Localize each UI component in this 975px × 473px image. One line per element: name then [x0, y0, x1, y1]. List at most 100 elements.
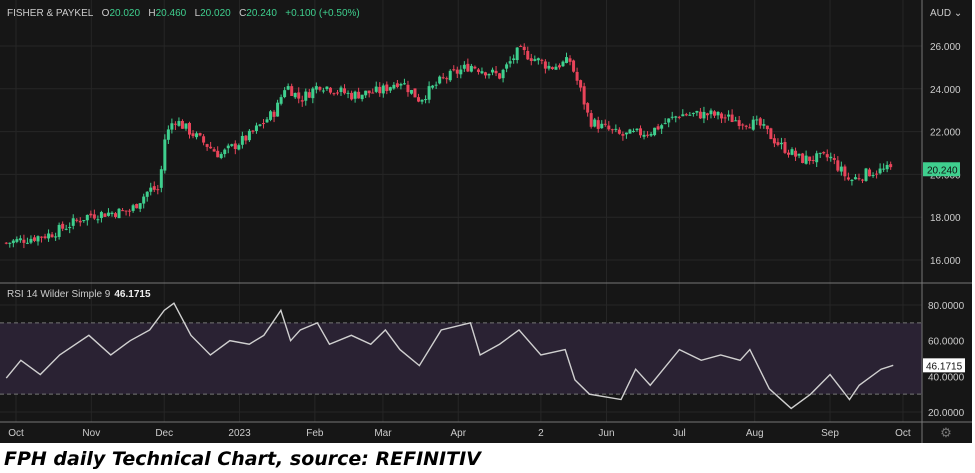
candle-body [656, 126, 660, 130]
candle-body [860, 179, 864, 181]
chart-window: AUD ⌄16.00018.00020.00022.00024.00026.00… [0, 0, 972, 443]
candle-body [75, 219, 79, 221]
candle-body [653, 127, 657, 136]
candle-body [596, 120, 600, 129]
candle-body [15, 239, 19, 242]
candle-body [357, 91, 361, 99]
candle-body [96, 219, 100, 221]
rsi-value: 46.1715 [114, 289, 151, 300]
candle-body [639, 128, 643, 136]
candle-body [512, 58, 516, 60]
time-tick-label: Jul [673, 428, 686, 439]
rsi-title: RSI 14 Wilder Simple 9 [7, 289, 111, 300]
candle-body [258, 124, 262, 126]
candle-body [103, 213, 107, 217]
candle-body [864, 168, 868, 181]
candle-body [145, 191, 149, 197]
candle-body [825, 154, 829, 158]
candle-body [529, 58, 533, 62]
price-tick-label: 22.000 [930, 128, 961, 139]
candle-body [579, 80, 583, 88]
candle-body [57, 224, 61, 237]
candle-body [163, 139, 167, 171]
candle-body [378, 86, 382, 94]
settings-gear-icon[interactable]: ⚙ [940, 425, 952, 440]
ohlc-header: FISHER & PAYKEL O20.020 H20.460 L20.020 … [7, 8, 360, 19]
candle-body [730, 114, 734, 123]
candle-body [68, 227, 72, 229]
candle-body [54, 236, 58, 238]
candle-body [660, 125, 664, 129]
candle-body [829, 156, 833, 159]
candle-body [431, 85, 435, 88]
candle-body [748, 127, 752, 129]
candle-body [297, 92, 301, 99]
candle-body [399, 83, 403, 86]
last-rsi-label: 46.1715 [926, 361, 963, 372]
candle-body [868, 169, 872, 177]
rsi-header: RSI 14 Wilder Simple 9 46.1715 [7, 289, 151, 300]
candle-body [642, 134, 646, 137]
candle-body [272, 111, 276, 117]
candle-body [388, 87, 392, 91]
candle-body [448, 70, 452, 81]
candle-body [392, 84, 396, 89]
candle-body [244, 135, 248, 141]
candle-body [240, 135, 244, 145]
candle-body [727, 114, 731, 117]
candle-body [230, 144, 234, 146]
candle-body [188, 122, 192, 135]
change-value: +0.100 (+0.50%) [285, 8, 360, 19]
candle-body [269, 111, 273, 120]
candle-body [142, 196, 146, 204]
chart-canvas[interactable]: AUD ⌄16.00018.00020.00022.00024.00026.00… [0, 0, 972, 443]
candle-body [99, 212, 103, 219]
candle-body [709, 110, 713, 115]
candle-body [462, 64, 466, 69]
candle-body [293, 92, 297, 98]
candle-body [779, 142, 783, 145]
candle-body [716, 111, 720, 116]
candle-body [173, 123, 177, 125]
candle-body [751, 119, 755, 130]
candle-body [170, 123, 174, 130]
candle-body [526, 50, 530, 60]
candle-body [635, 128, 639, 131]
candle-body [180, 120, 184, 129]
price-tick-label: 24.000 [930, 85, 961, 96]
candle-body [61, 223, 65, 229]
candle-body [568, 58, 572, 62]
candle-body [483, 72, 487, 76]
candle-body [22, 239, 26, 243]
candle-body [452, 69, 456, 71]
candle-body [406, 84, 410, 93]
candle-body [519, 46, 523, 48]
high-value: 20.460 [155, 8, 187, 19]
candle-body [226, 145, 230, 149]
candle-body [32, 237, 36, 241]
candle-body [251, 130, 255, 132]
candle-body [360, 94, 364, 100]
candle-body [586, 103, 590, 113]
candle-body [138, 203, 142, 209]
candle-body [610, 129, 614, 131]
candle-body [286, 86, 290, 90]
candle-body [603, 123, 607, 125]
candle-body [198, 133, 202, 136]
candle-body [11, 240, 15, 244]
candle-body [607, 125, 611, 130]
candle-body [307, 92, 311, 98]
candle-body [505, 64, 509, 69]
candle-body [762, 124, 766, 126]
rsi-tick-label: 80.0000 [928, 301, 965, 312]
candle-body [202, 136, 206, 143]
candle-body [409, 90, 413, 94]
currency-selector[interactable]: AUD ⌄ [930, 8, 962, 19]
candle-body [466, 63, 470, 72]
candle-body [325, 86, 329, 90]
candle-body [790, 149, 794, 155]
candle-body [40, 236, 44, 238]
candle-body [804, 155, 808, 164]
candle-body [508, 61, 512, 64]
candle-body [765, 125, 769, 130]
